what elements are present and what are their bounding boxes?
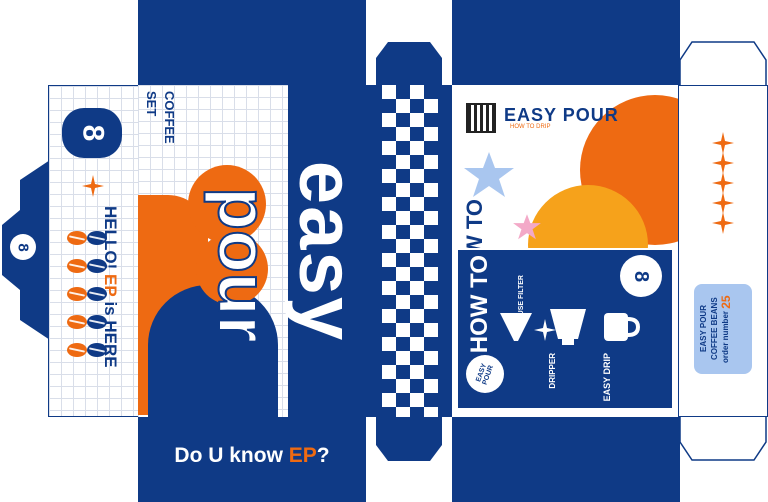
right-panel-top-flap xyxy=(452,0,680,85)
right-panel-face: EASY POUR HOW TO DRIP HOW TO HOW TO 8 US… xyxy=(452,85,680,417)
card-logo-text: EASY POUR xyxy=(475,362,496,386)
card-logo: EASY POUR xyxy=(466,355,504,393)
headline-hello: HELLO! xyxy=(101,206,120,270)
label-line1: EASY POUR xyxy=(699,305,708,353)
headline-brand: EP xyxy=(101,274,120,297)
left-flap-badge-text: 8 xyxy=(14,242,32,252)
coffee-set-label-1: COFFEE xyxy=(162,91,177,144)
sparkle-icon xyxy=(712,152,734,174)
left-flap-badge: 8 xyxy=(10,234,36,260)
front-big-title-2-text: pour xyxy=(203,186,283,344)
left-side-headline: HELLO! EP is HERE xyxy=(100,206,120,386)
sparkle-icon xyxy=(712,192,734,214)
card-badge: 8 xyxy=(620,255,662,297)
sparkle-icon xyxy=(712,132,734,154)
right-top-flap xyxy=(679,41,767,86)
left-side-logo-text: 8 xyxy=(76,124,109,142)
filter-icon xyxy=(500,313,532,341)
front-big-title-2: pour xyxy=(198,115,288,415)
sparkle-icon xyxy=(712,212,734,234)
sparkle-icon xyxy=(82,175,104,197)
step2-label: DRIPPER xyxy=(548,353,557,389)
sparkle-icon xyxy=(712,172,734,194)
beans-label-text: EASY POUR COFFEE BEANS order number 25 xyxy=(698,290,733,368)
mug-icon xyxy=(604,313,640,341)
sparkle-icon xyxy=(534,319,556,341)
star-icon xyxy=(513,214,541,240)
step3-label: EASY DRIP xyxy=(602,353,612,402)
label-line2: COFFEE BEANS xyxy=(710,297,719,361)
brand-sub: HOW TO DRIP xyxy=(510,124,551,130)
coffee-set-label: COFFEE SET xyxy=(142,91,178,144)
star-icon xyxy=(464,152,514,197)
label-line3: order number xyxy=(721,310,730,363)
checker-pattern xyxy=(382,85,438,417)
coffee-bean-icon xyxy=(67,287,87,301)
tagline-suffix: ? xyxy=(316,444,330,467)
coffee-bean-icon xyxy=(67,315,87,329)
coffee-set-label-2: SET xyxy=(144,91,159,117)
coffee-bean-icon xyxy=(67,343,87,357)
checker-top-flap xyxy=(376,42,442,86)
front-big-title-1-text: easy xyxy=(283,160,367,342)
front-panel-face: easy pour COFFEE SET xyxy=(138,85,366,417)
card-badge-text: 8 xyxy=(630,270,653,282)
tagline-brand: EP xyxy=(288,444,317,467)
front-big-title-1: easy xyxy=(284,85,367,417)
coffee-bean-icon xyxy=(67,231,87,245)
label-order-number: 25 xyxy=(719,295,733,309)
tagline-prefix: Do U know xyxy=(174,444,283,467)
checker-bottom-flap xyxy=(376,417,442,461)
right-panel-bottom xyxy=(452,417,680,502)
front-panel-top-flap xyxy=(138,0,366,85)
front-tagline: Do U know EP? xyxy=(138,444,366,468)
headline-here: is HERE xyxy=(101,301,120,368)
card-title: HOW TO xyxy=(466,255,493,354)
right-bottom-flap xyxy=(679,416,767,461)
coffee-bean-icon xyxy=(67,259,87,273)
brand-name: EASY POUR xyxy=(504,105,619,125)
left-side-logo: 8 xyxy=(62,108,122,158)
qr-code-icon xyxy=(466,103,496,133)
